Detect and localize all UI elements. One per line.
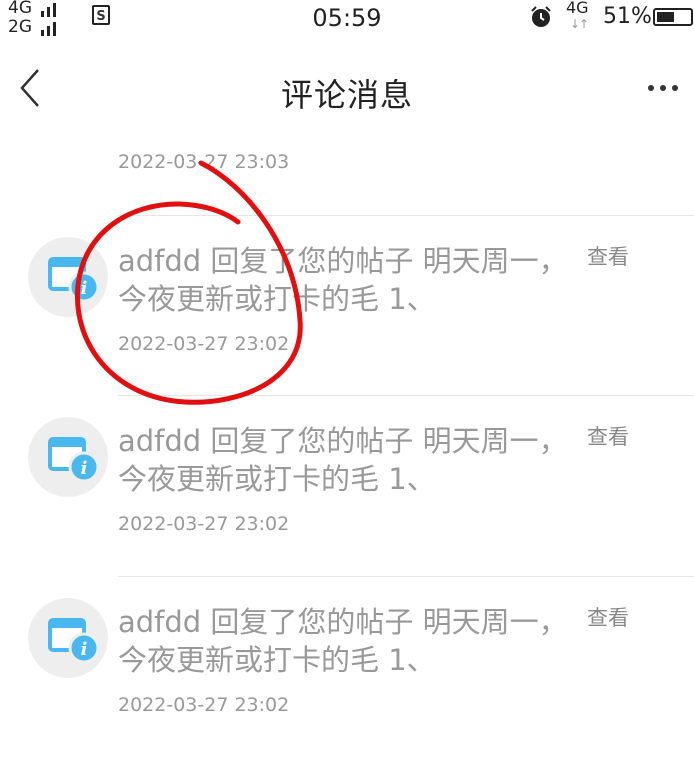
message-text: adfdd 回复了您的帖子 明天周一，今夜更新或打卡的毛 1、 bbox=[118, 424, 568, 496]
message-avatar: i bbox=[28, 237, 108, 317]
divider bbox=[118, 576, 694, 577]
data-arrows-icon: ↓↑ bbox=[570, 17, 589, 31]
svg-text:i: i bbox=[81, 278, 88, 299]
battery-icon bbox=[653, 8, 693, 26]
message-time: 2022-03-27 23:02 bbox=[118, 513, 290, 535]
list-item[interactable]: i adfdd 回复了您的帖子 明天周一，今夜更新或打卡的毛 1、 2022-0… bbox=[0, 215, 694, 395]
status-clock: 05:59 bbox=[312, 4, 382, 32]
divider bbox=[118, 215, 694, 216]
view-button[interactable]: 查看 bbox=[587, 421, 629, 451]
message-avatar: i bbox=[28, 417, 108, 497]
view-button[interactable]: 查看 bbox=[587, 602, 629, 632]
more-icon[interactable] bbox=[648, 76, 688, 100]
view-button[interactable]: 查看 bbox=[587, 241, 629, 271]
message-time: 2022-03-27 23:02 bbox=[118, 694, 290, 716]
alarm-icon bbox=[531, 6, 551, 27]
notification-info-icon: i bbox=[48, 437, 100, 483]
divider bbox=[118, 395, 694, 396]
svg-text:i: i bbox=[81, 639, 88, 660]
battery-percent: 51% bbox=[603, 4, 652, 29]
network-type: 4G bbox=[566, 0, 589, 17]
svg-text:i: i bbox=[81, 458, 88, 479]
nav-bar: 评论消息 bbox=[0, 50, 694, 128]
notification-info-icon: i bbox=[48, 618, 100, 664]
notification-info-icon: i bbox=[48, 257, 100, 303]
list-item[interactable]: i adfdd 回复了您的帖子 明天周一，今夜更新或打卡的毛 1、 2022-0… bbox=[0, 395, 694, 575]
message-text: adfdd 回复了您的帖子 明天周一，今夜更新或打卡的毛 1、 bbox=[118, 244, 568, 316]
message-avatar: i bbox=[28, 598, 108, 678]
message-time: 2022-03-27 23:02 bbox=[118, 333, 290, 355]
message-text: adfdd 回复了您的帖子 明天周一，今夜更新或打卡的毛 1、 bbox=[118, 605, 568, 677]
list-item[interactable]: i adfdd 回复了您的帖子 明天周一，今夜更新或打卡的毛 1、 2022-0… bbox=[0, 576, 694, 756]
page-title: 评论消息 bbox=[280, 76, 413, 114]
previous-item-time: 2022-03-27 23:03 bbox=[118, 151, 290, 173]
status-bar: 4G 2G S 05:59 4G ↓↑ 51% bbox=[0, 0, 694, 36]
